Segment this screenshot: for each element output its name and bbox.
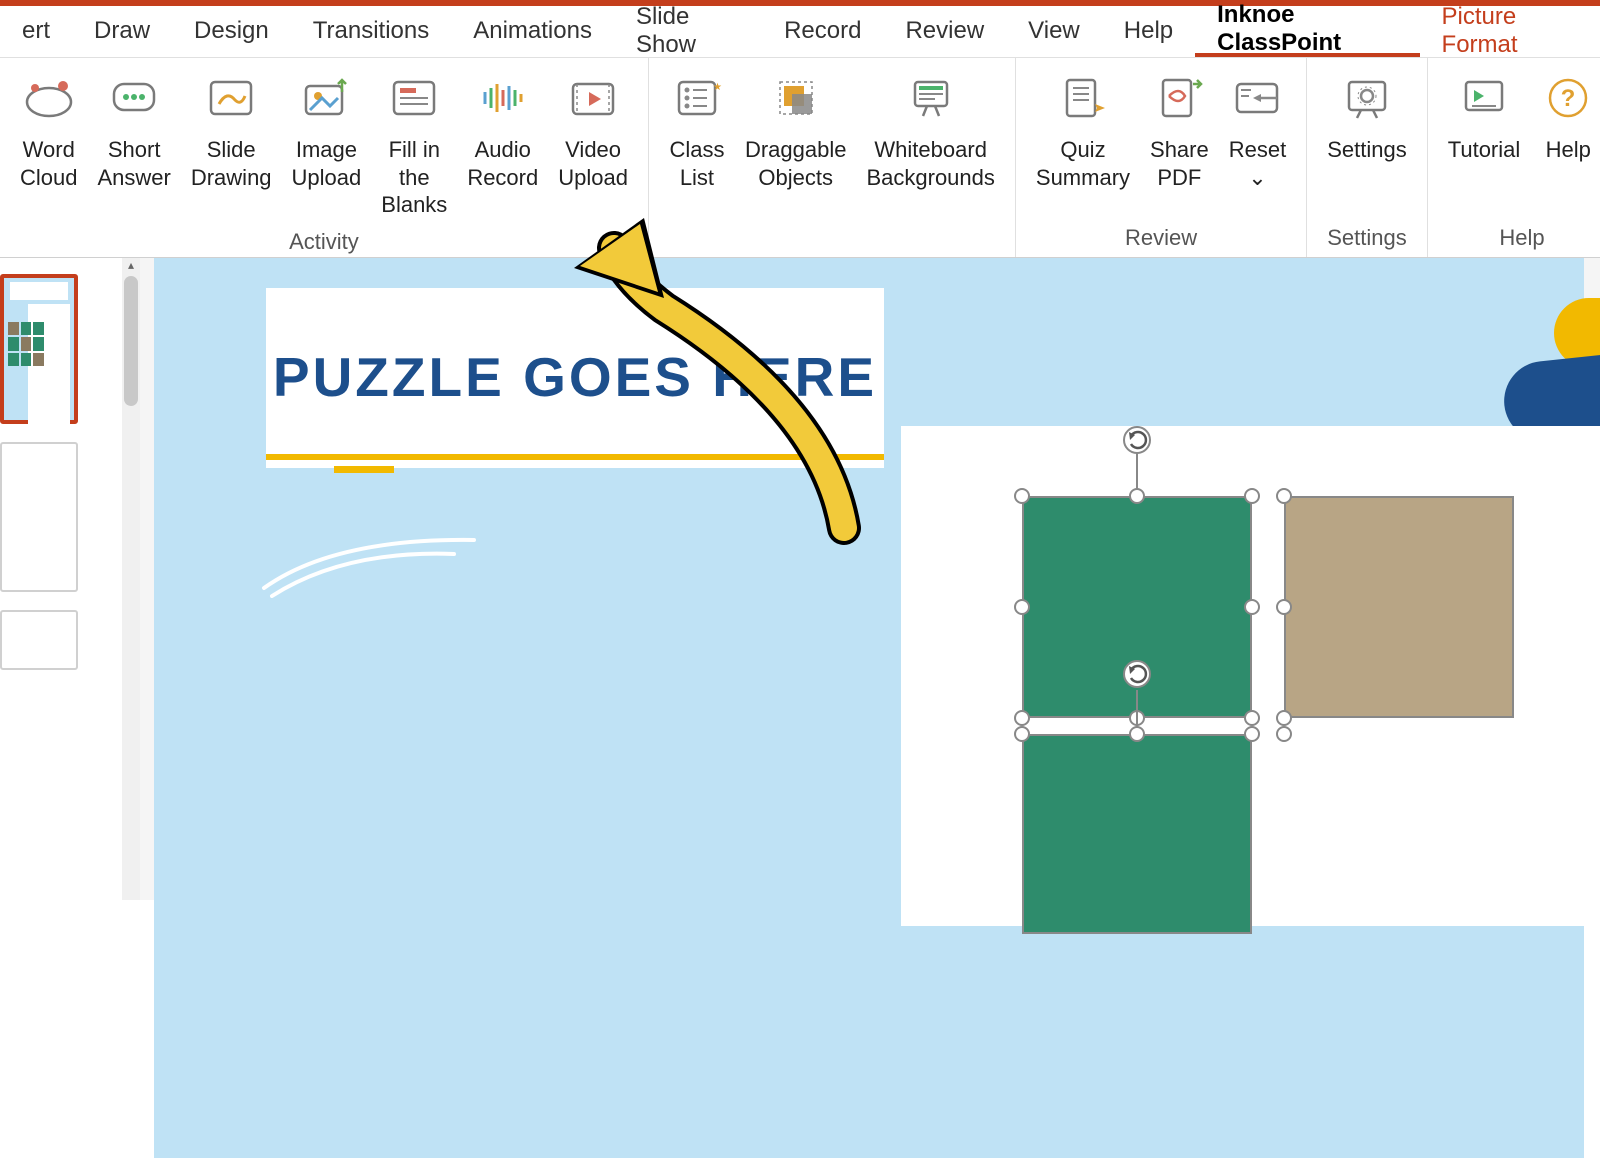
slide[interactable]: PUZZLE GOES HERE [154,258,1584,1158]
thumbnail-panel: ▴ [0,258,140,900]
image-upload-icon [298,70,354,126]
word-cloud-icon [21,70,77,126]
fill-blanks-label: Fill in the Blanks [381,136,447,219]
group-label-settings: Settings [1317,221,1417,257]
tab-insert[interactable]: ert [0,5,72,57]
draggable-objects-button[interactable]: Draggable Objects [735,64,857,221]
whiteboard-backgrounds-icon [903,70,959,126]
word-cloud-label: Word Cloud [20,136,77,191]
group-label-tools [659,221,1005,257]
image-upload-label: Image Upload [292,136,362,191]
group-label-review: Review [1026,221,1296,257]
decoration-swish [254,528,494,598]
slide-title-text: PUZZLE GOES HERE [273,349,877,407]
group-label-help: Help [1438,221,1600,257]
tab-transitions[interactable]: Transitions [291,5,451,57]
fill-blanks-icon [386,70,442,126]
video-upload-icon [565,70,621,126]
scroll-up-icon[interactable]: ▴ [122,258,140,276]
slide-canvas-area: PUZZLE GOES HERE [140,258,1600,900]
tutorial-icon [1456,70,1512,126]
tab-help[interactable]: Help [1102,5,1195,57]
tab-design[interactable]: Design [172,5,291,57]
share-pdf-label: Share PDF [1150,136,1209,191]
slide-thumbnail-3[interactable] [0,610,78,670]
help-icon: ? [1540,70,1596,126]
svg-text:?: ? [1561,85,1576,112]
ribbon-group-review: Quiz Summary Share PDF Reset ⌄ Review [1016,58,1307,257]
slide-thumbnail-1[interactable] [0,274,78,424]
settings-label: Settings [1327,136,1407,164]
ribbon-group-activity: Word Cloud Short Answer Slide Drawing Im… [0,58,649,257]
tutorial-button[interactable]: Tutorial [1438,64,1531,221]
class-list-label: Class List [669,136,724,191]
ribbon-group-settings: Settings Settings [1307,58,1428,257]
ribbon-tabs: ert Draw Design Transitions Animations S… [0,6,1600,58]
editor-area: ▴ PUZZLE GOES HERE [0,258,1600,900]
thumbnail-list [0,258,122,900]
slide-drawing-button[interactable]: Slide Drawing [181,64,282,225]
title-underline [266,454,884,460]
class-list-button[interactable]: ★ Class List [659,64,735,221]
class-list-icon: ★ [669,70,725,126]
short-answer-button[interactable]: Short Answer [87,64,180,225]
video-upload-button[interactable]: Video Upload [548,64,638,225]
quiz-summary-button[interactable]: Quiz Summary [1026,64,1140,221]
tab-animations[interactable]: Animations [451,5,614,57]
audio-record-button[interactable]: Audio Record [457,64,548,225]
tab-slideshow[interactable]: Slide Show [614,5,762,57]
title-underline-short [334,466,394,473]
reset-label: Reset ⌄ [1229,136,1286,191]
group-label-activity: Activity [10,225,638,261]
audio-record-label: Audio Record [467,136,538,191]
tutorial-label: Tutorial [1448,136,1521,164]
tab-draw[interactable]: Draw [72,5,172,57]
quiz-summary-icon [1055,70,1111,126]
whiteboard-backgrounds-label: Whiteboard Backgrounds [866,136,994,191]
draggable-objects-label: Draggable Objects [745,136,847,191]
share-pdf-icon [1151,70,1207,126]
slide-title-box[interactable]: PUZZLE GOES HERE [266,288,884,468]
video-upload-label: Video Upload [558,136,628,191]
settings-icon [1339,70,1395,126]
short-answer-icon [106,70,162,126]
short-answer-label: Short Answer [97,136,170,191]
tab-view[interactable]: View [1006,5,1102,57]
whiteboard-backgrounds-button[interactable]: Whiteboard Backgrounds [856,64,1004,221]
thumbnail-scrollbar[interactable]: ▴ [122,258,140,900]
rotate-handle-icon[interactable] [1121,658,1153,690]
ribbon: Word Cloud Short Answer Slide Drawing Im… [0,58,1600,258]
slide-drawing-icon [203,70,259,126]
tab-inknoe-classpoint[interactable]: Inknoe ClassPoint [1195,5,1419,57]
share-pdf-button[interactable]: Share PDF [1140,64,1219,221]
slide-drawing-label: Slide Drawing [191,136,272,191]
word-cloud-button[interactable]: Word Cloud [10,64,87,225]
settings-button[interactable]: Settings [1317,64,1417,221]
reset-button[interactable]: Reset ⌄ [1219,64,1296,221]
fill-blanks-button[interactable]: Fill in the Blanks [371,64,457,225]
help-button[interactable]: ? Help [1530,64,1600,221]
tab-review[interactable]: Review [883,5,1006,57]
tab-record[interactable]: Record [762,5,883,57]
draggable-objects-icon [768,70,824,126]
slide-thumbnail-2[interactable] [0,442,78,592]
rotate-handle-icon[interactable] [1121,424,1153,456]
reset-icon [1229,70,1285,126]
audio-record-icon [475,70,531,126]
svg-text:★: ★ [713,82,722,93]
help-label: Help [1546,136,1591,164]
ribbon-group-tools: ★ Class List Draggable Objects Whiteboar… [649,58,1016,257]
scrollbar-thumb[interactable] [124,276,138,406]
quiz-summary-label: Quiz Summary [1036,136,1130,191]
ribbon-group-help: Tutorial ? Help Help [1428,58,1600,257]
tab-picture-format[interactable]: Picture Format [1420,5,1600,57]
image-upload-button[interactable]: Image Upload [282,64,372,225]
